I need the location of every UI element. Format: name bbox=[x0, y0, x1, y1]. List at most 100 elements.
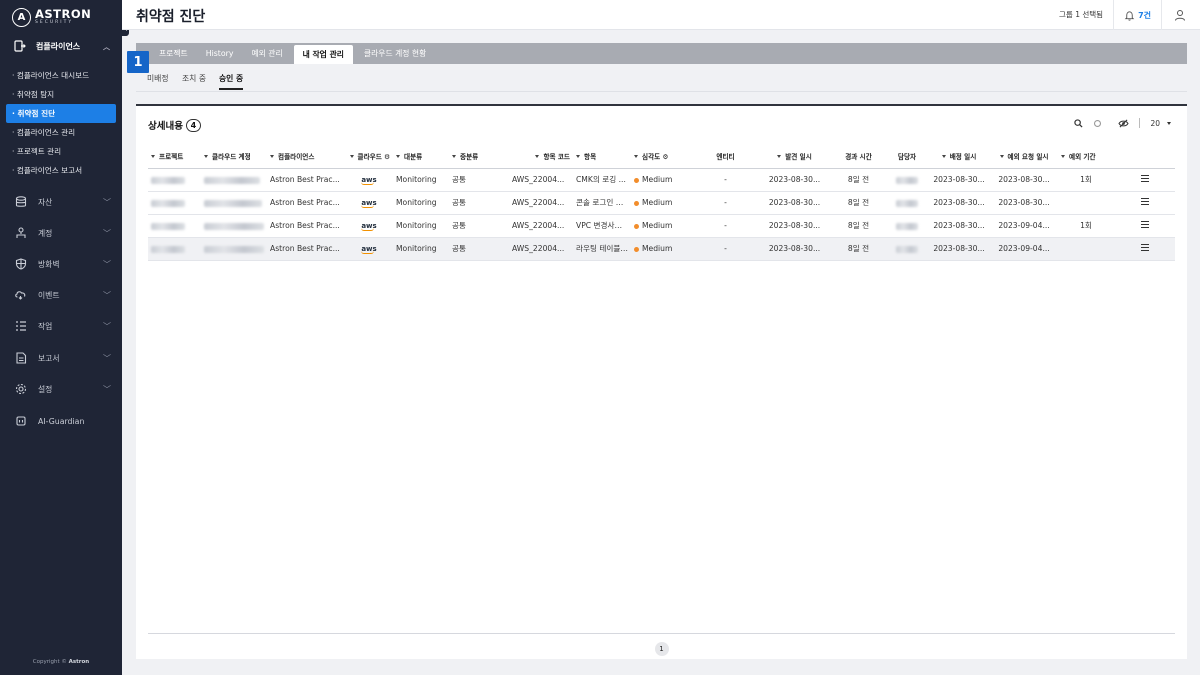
tools-divider bbox=[1139, 118, 1141, 128]
sidebar-item-project-manage[interactable]: · 프로젝트 관리 bbox=[6, 142, 116, 161]
table-row[interactable]: Astron Best Prac... aws Monitoring 공통 AW… bbox=[148, 214, 1175, 238]
col-exception-request[interactable]: 예외 요청 일시 bbox=[990, 144, 1058, 169]
sidebar-item-ai-guardian[interactable]: AI-Guardian bbox=[0, 411, 122, 431]
sort-icon bbox=[452, 155, 456, 159]
sidebar-item-reports[interactable]: 보고서 ﹀ bbox=[0, 348, 122, 368]
col-major-category[interactable]: 대분류 bbox=[393, 144, 449, 169]
col-cloud[interactable]: 클라우드 ⚙ bbox=[345, 144, 393, 169]
table-row[interactable]: Astron Best Prac... aws Monitoring 공통 AW… bbox=[148, 191, 1175, 215]
col-entity[interactable]: 엔티티 bbox=[693, 144, 758, 169]
col-assignee[interactable]: 담당자 bbox=[886, 144, 928, 169]
tab-project[interactable]: 프로젝트 bbox=[150, 43, 197, 64]
redacted-assignee bbox=[896, 176, 918, 184]
gear-icon bbox=[14, 383, 27, 396]
group-selector[interactable]: 그룹 1 선택됨 bbox=[1049, 0, 1115, 30]
sidebar-item-tasks[interactable]: 작업 ﹀ bbox=[0, 316, 122, 336]
row-menu-icon[interactable] bbox=[1140, 197, 1149, 207]
subtab-approving[interactable]: 승인 중 bbox=[219, 73, 244, 90]
sidebar-section-label: 컴플라이언스 bbox=[36, 41, 81, 51]
row-menu-icon[interactable] bbox=[1140, 174, 1149, 184]
sidebar-item-label: AI-Guardian bbox=[38, 416, 85, 426]
sidebar-item-firewall[interactable]: 방화벽 ﹀ bbox=[0, 254, 122, 274]
sort-icon bbox=[151, 155, 155, 159]
severity-dot-icon bbox=[634, 223, 639, 229]
sidebar-item-assets[interactable]: 자산 ﹀ bbox=[0, 192, 122, 212]
account-tree-icon bbox=[14, 227, 27, 240]
gear-icon[interactable]: ⚙ bbox=[663, 153, 669, 161]
tab-cloud-accounts[interactable]: 클라우드 계정 현황 bbox=[355, 43, 435, 64]
chevron-down-icon: ﹀ bbox=[103, 291, 111, 300]
table-tools: 20 bbox=[1064, 118, 1171, 128]
copyright: Copyright © Astron bbox=[32, 659, 90, 665]
detail-card: 상세내용 4 20 프로젝트 클라우드 계정 컴플라이언스 클라우드 ⚙ 대분류… bbox=[136, 104, 1187, 659]
page-1-button[interactable]: 1 bbox=[654, 641, 669, 656]
sidebar-item-accounts[interactable]: 계정 ﹀ bbox=[0, 223, 122, 243]
col-project[interactable]: 프로젝트 bbox=[148, 144, 201, 169]
col-exception-period[interactable]: 예외 기간 bbox=[1058, 144, 1114, 169]
redacted-project bbox=[151, 245, 185, 253]
col-item-code[interactable]: 항목 코드 bbox=[509, 144, 573, 169]
gear-icon[interactable]: ⚙ bbox=[384, 153, 390, 161]
sidebar-section-compliance[interactable]: 컴플라이언스 ︿ bbox=[0, 36, 122, 56]
chevron-down-icon bbox=[1167, 121, 1171, 125]
shield-icon bbox=[14, 258, 27, 271]
page-size-select[interactable]: 20 bbox=[1150, 119, 1171, 128]
sidebar-item-compliance-dashboard[interactable]: · 컴플라이언스 대시보드 bbox=[6, 66, 116, 85]
aws-logo-icon: aws bbox=[361, 198, 377, 208]
refresh-icon bbox=[1094, 119, 1102, 127]
col-minor-category[interactable]: 중분류 bbox=[449, 144, 509, 169]
sidebar-item-label: 방화벽 bbox=[38, 259, 60, 269]
col-found-at[interactable]: 발견 일시 bbox=[758, 144, 831, 169]
redacted-cloud-account bbox=[204, 199, 262, 207]
notification-count: 7건 bbox=[1138, 10, 1151, 20]
redacted-project bbox=[151, 176, 185, 184]
row-menu-icon[interactable] bbox=[1140, 243, 1149, 253]
bell-icon bbox=[1124, 10, 1135, 21]
redacted-cloud-account bbox=[204, 245, 264, 253]
sidebar: A ASTRON SECURITY 컴플라이언스 ︿ · 컴플라이언스 대시보드… bbox=[0, 0, 122, 675]
redacted-project bbox=[151, 199, 185, 207]
redacted-assignee bbox=[896, 245, 918, 253]
redacted-assignee bbox=[896, 222, 918, 230]
table-row[interactable]: Astron Best Prac... aws Monitoring 공통 AW… bbox=[148, 168, 1175, 192]
col-compliance[interactable]: 컴플라이언스 bbox=[267, 144, 345, 169]
refresh-button[interactable] bbox=[1093, 119, 1102, 128]
table-header-row: 프로젝트 클라우드 계정 컴플라이언스 클라우드 ⚙ 대분류 중분류 항목 코드… bbox=[148, 144, 1175, 169]
sidebar-item-vuln-detect[interactable]: · 취약점 탐지 bbox=[6, 85, 116, 104]
severity-dot-icon bbox=[634, 246, 639, 252]
tab-my-tasks[interactable]: 내 작업 관리 bbox=[293, 45, 353, 64]
user-icon bbox=[1175, 10, 1185, 21]
notification-button[interactable]: 7건 bbox=[1114, 0, 1162, 30]
sort-icon bbox=[777, 155, 782, 159]
sidebar-item-label: 보고서 bbox=[38, 353, 60, 363]
col-severity[interactable]: 심각도 ⚙ bbox=[631, 144, 693, 169]
subtab-in-action[interactable]: 조치 중 bbox=[182, 73, 206, 88]
sidebar-item-compliance-report[interactable]: · 컴플라이언스 보고서 bbox=[6, 161, 116, 180]
chevron-up-icon: ︿ bbox=[103, 43, 110, 51]
table-row[interactable]: Astron Best Prac... aws Monitoring 공통 AW… bbox=[148, 237, 1175, 261]
sidebar-item-events[interactable]: 이벤트 ﹀ bbox=[0, 285, 122, 305]
subtab-unassigned[interactable]: 미배정 bbox=[147, 73, 169, 88]
user-menu-button[interactable] bbox=[1162, 0, 1200, 30]
hide-columns-button[interactable] bbox=[1118, 119, 1130, 128]
col-cloud-account[interactable]: 클라우드 계정 bbox=[201, 144, 267, 169]
col-assigned-at[interactable]: 배정 일시 bbox=[928, 144, 990, 169]
redacted-cloud-account bbox=[204, 176, 260, 184]
sort-icon bbox=[1061, 155, 1065, 159]
sort-icon bbox=[270, 155, 274, 159]
pagination: 1 bbox=[148, 633, 1175, 659]
sidebar-item-compliance-manage[interactable]: · 컴플라이언스 관리 bbox=[6, 123, 116, 142]
tab-history[interactable]: History bbox=[197, 43, 243, 64]
count-badge: 4 bbox=[185, 118, 201, 132]
col-item[interactable]: 항목 bbox=[573, 144, 631, 169]
chevron-down-icon: ﹀ bbox=[103, 260, 111, 269]
step-badge: 1 bbox=[127, 51, 149, 73]
sidebar-item-settings[interactable]: 설정 ﹀ bbox=[0, 379, 122, 399]
brand-logo[interactable]: A ASTRON SECURITY bbox=[12, 6, 112, 28]
col-elapsed[interactable]: 경과 시간 bbox=[831, 144, 886, 169]
sidebar-item-vuln-diagnosis[interactable]: · 취약점 진단 bbox=[6, 104, 116, 123]
search-button[interactable] bbox=[1074, 118, 1083, 128]
tab-exception[interactable]: 예외 관리 bbox=[242, 43, 291, 64]
card-title: 상세내용 4 bbox=[148, 118, 201, 132]
row-menu-icon[interactable] bbox=[1140, 220, 1149, 230]
